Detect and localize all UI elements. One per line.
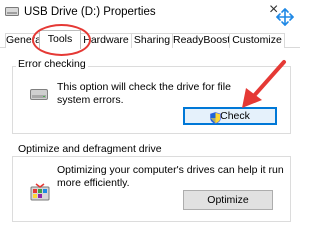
- tab-sharing[interactable]: Sharing: [131, 33, 173, 48]
- usb-drive-icon: [5, 7, 19, 16]
- defragment-icon: [30, 183, 50, 201]
- optimize-description-line1: Optimizing your computer's drives can he…: [57, 164, 284, 176]
- hard-drive-icon: [30, 89, 48, 100]
- optimize-description: Optimizing your computer's drives can he…: [57, 164, 284, 190]
- uac-shield-icon: [210, 112, 221, 124]
- tab-customize[interactable]: Customize: [229, 33, 285, 48]
- window-title: USB Drive (D:) Properties: [24, 6, 156, 18]
- title-bar: USB Drive (D:) Properties ×: [0, 0, 300, 26]
- optimize-button[interactable]: Optimize: [183, 190, 273, 210]
- move-cursor-icon: [276, 8, 294, 26]
- error-checking-description: This option will check the drive for fil…: [57, 81, 231, 107]
- tab-readyboost[interactable]: ReadyBoost: [172, 33, 230, 48]
- error-checking-description-line1: This option will check the drive for fil…: [57, 81, 231, 93]
- error-checking-description-line2: system errors.: [57, 94, 124, 106]
- optimize-heading: Optimize and defragment drive: [16, 143, 164, 155]
- error-checking-heading: Error checking: [16, 58, 88, 70]
- optimize-description-line2: more efficiently.: [57, 177, 130, 189]
- tools-tab-ring: [32, 24, 91, 56]
- red-arrow-icon: [242, 60, 286, 108]
